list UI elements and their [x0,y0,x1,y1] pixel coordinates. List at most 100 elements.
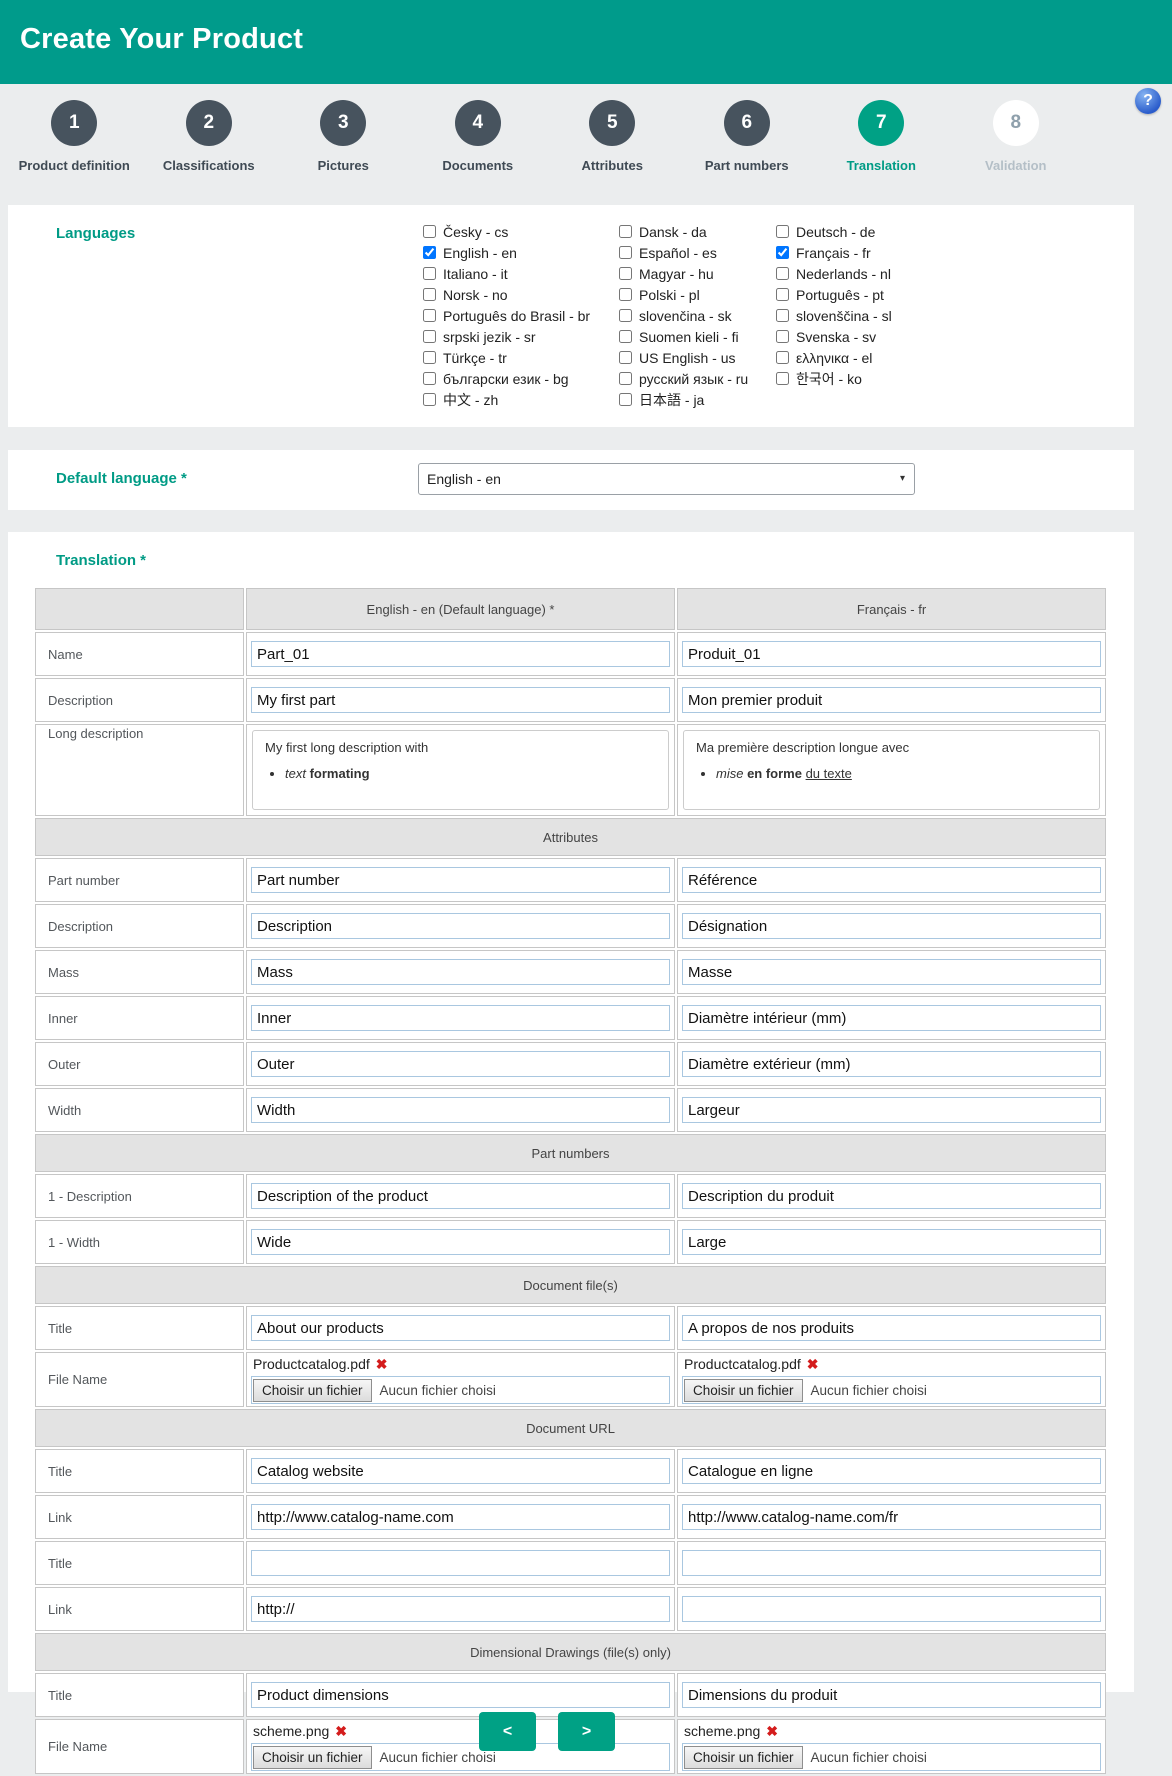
input-1-width-en[interactable] [251,1229,670,1255]
input-mass-en[interactable] [251,959,670,985]
next-step-button[interactable]: > [558,1712,615,1751]
step-circle-2[interactable]: 2 [186,100,232,146]
step-circle-7[interactable]: 7 [858,100,904,146]
input-inner-fr[interactable] [682,1005,1101,1031]
previous-step-button[interactable]: < [479,1712,536,1751]
language-checkbox-english-en[interactable] [423,246,436,259]
language-checkbox-us-english-us[interactable] [619,351,632,364]
step-circle-5[interactable]: 5 [589,100,635,146]
input-width-fr[interactable] [682,1097,1101,1123]
input-title-en[interactable] [251,1682,670,1708]
input-title-fr[interactable] [682,1458,1101,1484]
language-checkbox-esky-cs[interactable] [423,225,436,238]
input-title-en[interactable] [251,1550,670,1576]
richtext-editor-en[interactable]: My first long description withtext forma… [252,730,669,810]
input-width-en[interactable] [251,1097,670,1123]
input-description-fr[interactable] [682,913,1101,939]
step-circle-1[interactable]: 1 [51,100,97,146]
step-circle-6[interactable]: 6 [724,100,770,146]
input-title-fr[interactable] [682,1550,1101,1576]
language-checkbox-polski-pl[interactable] [619,288,632,301]
language-checkbox-svenska-sv[interactable] [776,330,789,343]
step-circle-4[interactable]: 4 [455,100,501,146]
language-checkbox-bg[interactable] [423,372,436,385]
input-inner-en[interactable] [251,1005,670,1031]
file-choose-button[interactable]: Choisir un fichier [684,1379,803,1402]
input-description-en[interactable] [251,687,670,713]
input-link-fr[interactable] [682,1596,1101,1622]
language-item: 日本語 - ja [619,389,776,410]
language-checkbox-portugu-s-pt[interactable] [776,288,789,301]
row-label: Title [35,1306,244,1350]
richtext-paragraph: Ma première description longue avec [696,740,1087,755]
row-label: Name [35,632,244,676]
input-title-en[interactable] [251,1315,670,1341]
row-label: Width [35,1088,244,1132]
language-checkbox-sloven-ina-sk[interactable] [619,309,632,322]
input-outer-fr[interactable] [682,1051,1101,1077]
richtext-segment: du texte [806,766,852,781]
language-item: Suomen kieli - fi [619,326,776,347]
cell-fr [677,1174,1106,1218]
default-language-select[interactable]: English - en [418,463,915,495]
step-circle-3[interactable]: 3 [320,100,366,146]
language-item: 中文 - zh [423,389,619,410]
richtext-editor-fr[interactable]: Ma première description longue avec mise … [683,730,1100,810]
cell-fr [677,1673,1106,1717]
input-link-en[interactable] [251,1504,670,1530]
language-checkbox-srpski-jezik-sr[interactable] [423,330,436,343]
language-checkbox-nederlands-nl[interactable] [776,267,789,280]
file-upload-status: Aucun fichier choisi [380,1750,496,1765]
input-1-description-en[interactable] [251,1183,670,1209]
language-checkbox-deutsch-de[interactable] [776,225,789,238]
input-part-number-fr[interactable] [682,867,1101,893]
language-checkbox-dansk-da[interactable] [619,225,632,238]
language-checkbox-sloven-ina-sl[interactable] [776,309,789,322]
cell-en [246,1220,675,1264]
language-checkbox-magyar-hu[interactable] [619,267,632,280]
language-label: 中文 - zh [443,390,498,410]
input-name-fr[interactable] [682,641,1101,667]
input-mass-fr[interactable] [682,959,1101,985]
input-title-fr[interactable] [682,1315,1101,1341]
language-checkbox-italiano-it[interactable] [423,267,436,280]
richtext-segment: text [285,766,306,781]
input-description-en[interactable] [251,913,670,939]
language-checkbox-zh[interactable] [423,393,436,406]
input-1-description-fr[interactable] [682,1183,1101,1209]
richtext-bullet: mise en forme du texte [716,766,1087,781]
row-label: Description [35,678,244,722]
help-icon[interactable]: ? [1135,88,1161,114]
input-title-en[interactable] [251,1458,670,1484]
language-checkbox-ru[interactable] [619,372,632,385]
language-item: English - en [423,242,619,263]
delete-file-icon[interactable]: ✖ [807,1356,819,1372]
input-description-fr[interactable] [682,687,1101,713]
language-checkbox-fran-ais-fr[interactable] [776,246,789,259]
cell-en [246,1306,675,1350]
input-name-en[interactable] [251,641,670,667]
language-checkbox-norsk-no[interactable] [423,288,436,301]
delete-file-icon[interactable]: ✖ [376,1356,388,1372]
step-circle-8[interactable]: 8 [993,100,1039,146]
cell-fr: Productcatalog.pdf✖Choisir un fichierAuc… [677,1352,1106,1407]
row-label: Inner [35,996,244,1040]
language-checkbox-suomen-kieli-fi[interactable] [619,330,632,343]
file-choose-button[interactable]: Choisir un fichier [253,1379,372,1402]
language-checkbox-portugu-s-do-brasil-br[interactable] [423,309,436,322]
input-outer-en[interactable] [251,1051,670,1077]
language-checkbox-ja[interactable] [619,393,632,406]
language-checkbox-el[interactable] [776,351,789,364]
input-link-en[interactable] [251,1596,670,1622]
cell-fr [677,1587,1106,1631]
input-title-fr[interactable] [682,1682,1101,1708]
language-checkbox-t-rk-e-tr[interactable] [423,351,436,364]
input-link-fr[interactable] [682,1504,1101,1530]
language-checkbox-ko[interactable] [776,372,789,385]
input-1-width-fr[interactable] [682,1229,1101,1255]
section-header-dimensional-drawings-file-s-only: Dimensional Drawings (file(s) only) [35,1633,1106,1671]
cell-en [246,858,675,902]
row-label: Outer [35,1042,244,1086]
input-part-number-en[interactable] [251,867,670,893]
language-checkbox-espa-ol-es[interactable] [619,246,632,259]
